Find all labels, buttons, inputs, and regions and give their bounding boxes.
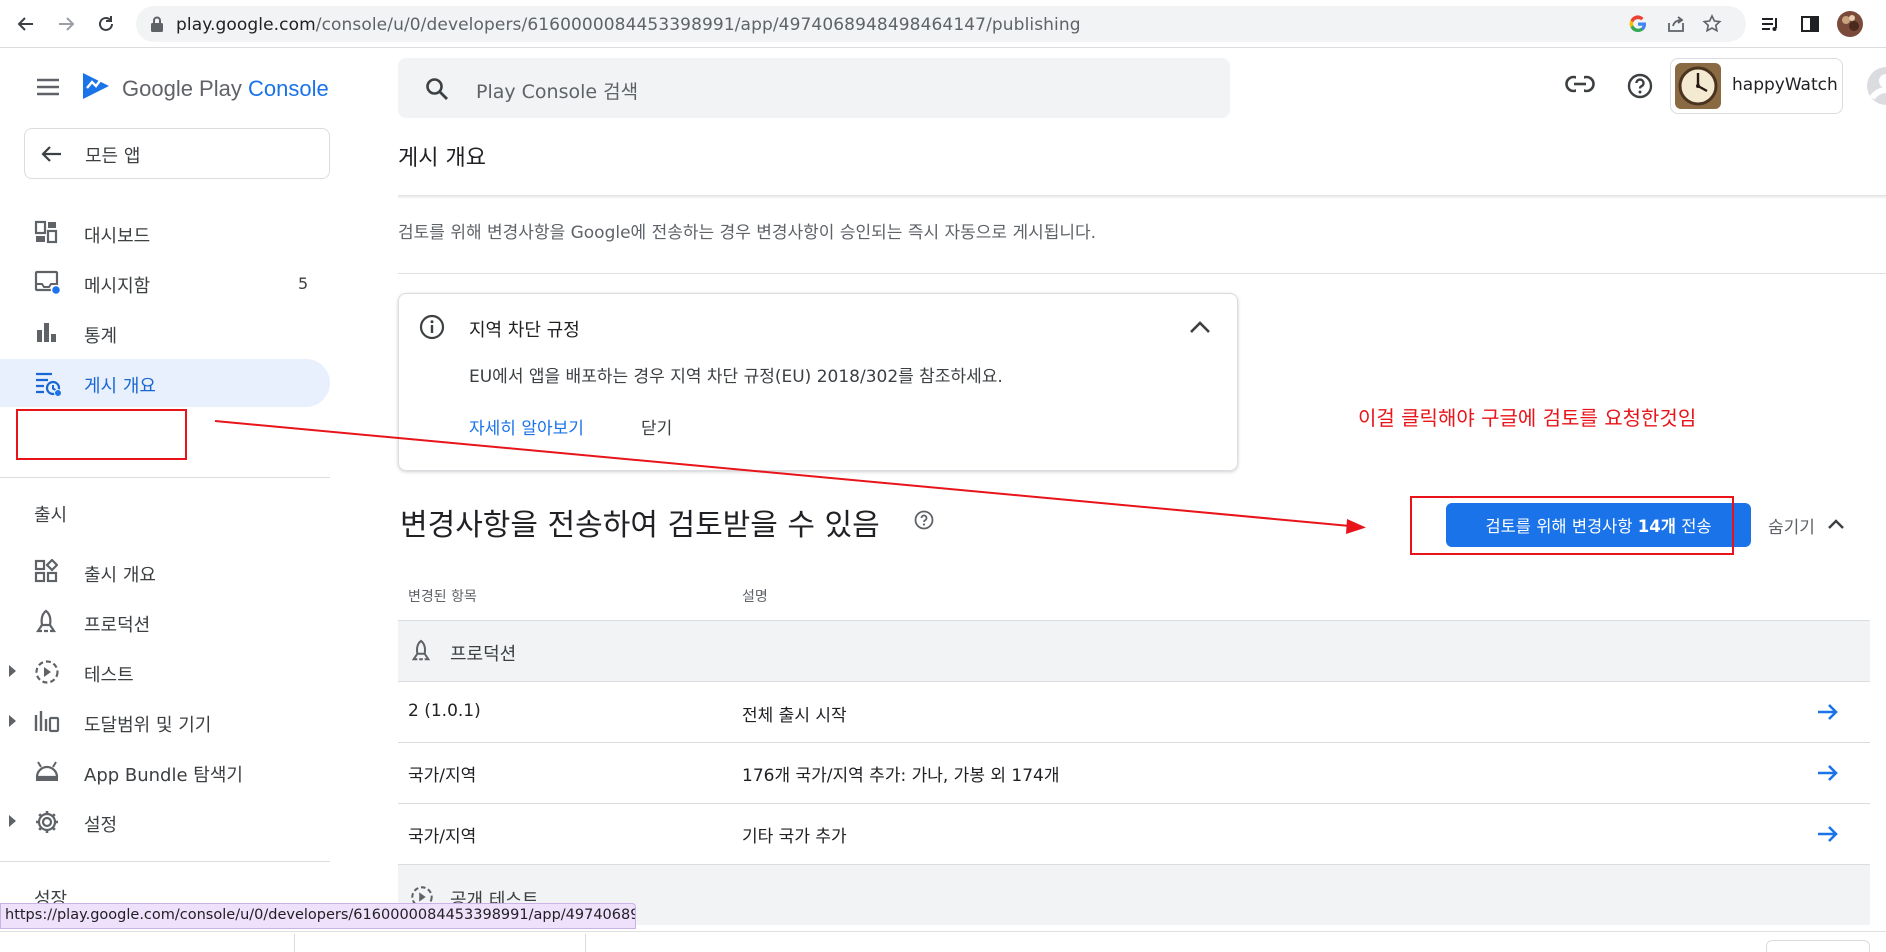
- bottom-strip: [0, 931, 1886, 952]
- status-bar-url: https://play.google.com/console/u/0/deve…: [0, 903, 636, 929]
- bottom-divider: [294, 934, 295, 952]
- annotation-arrow: [214, 420, 1366, 534]
- bottom-divider: [585, 934, 586, 952]
- bottom-button-edge: [1766, 940, 1870, 952]
